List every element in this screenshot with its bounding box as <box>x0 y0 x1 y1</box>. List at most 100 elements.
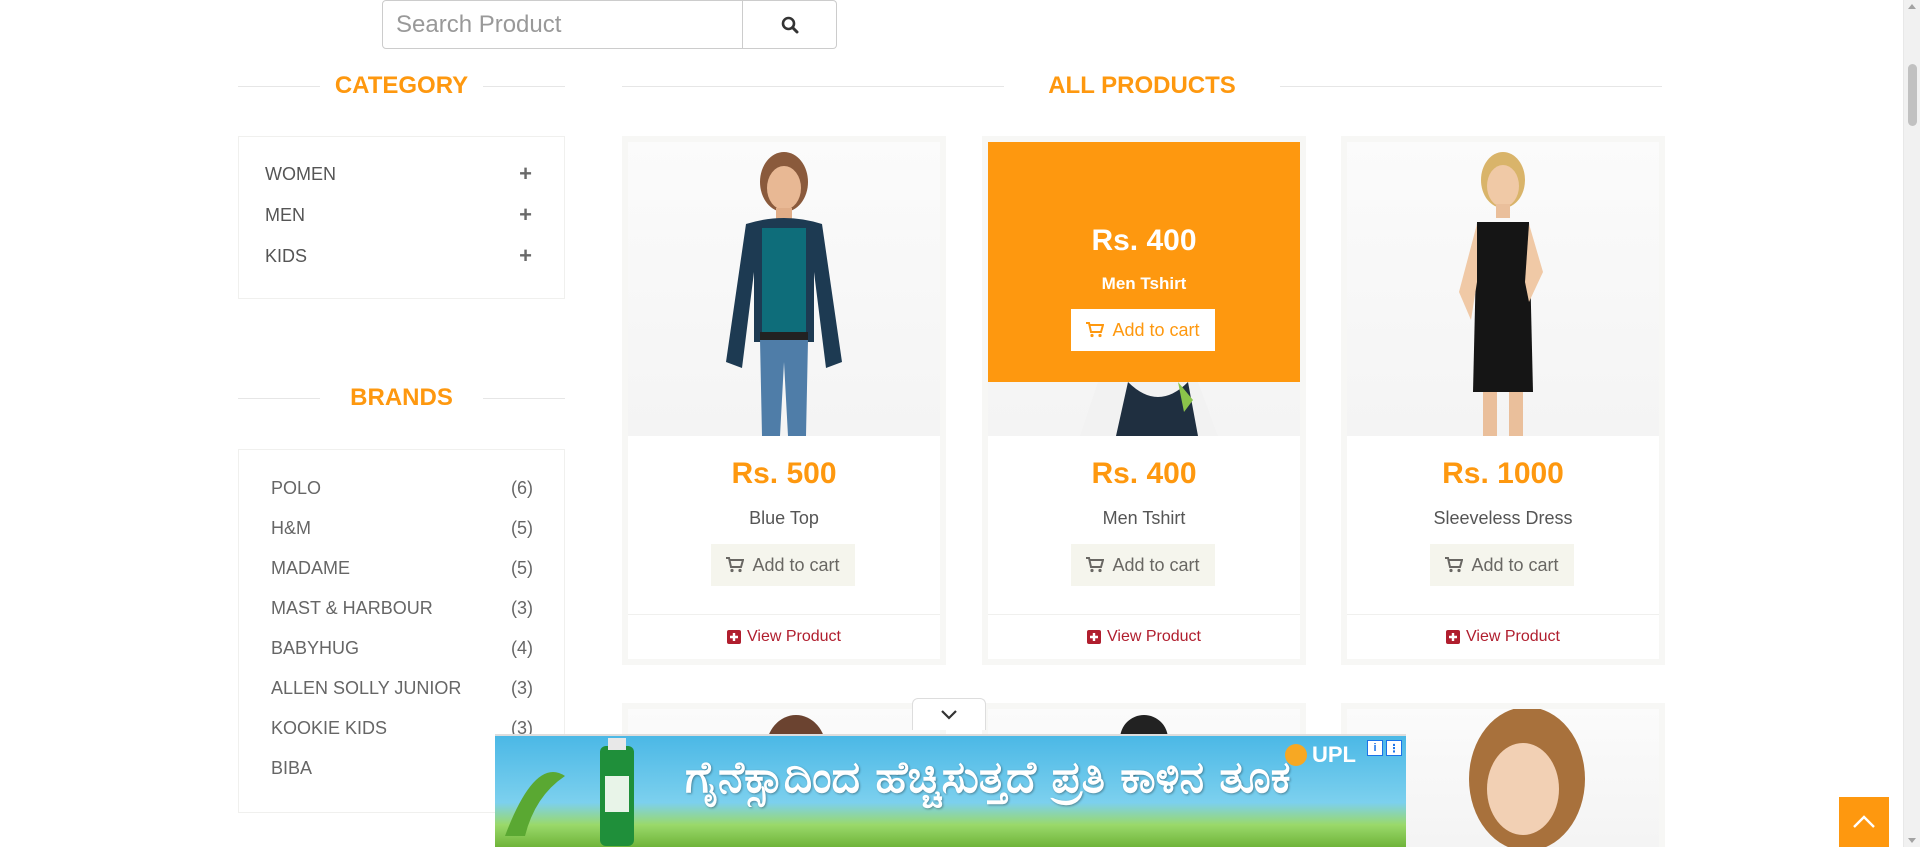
brands-heading: BRANDS <box>238 384 565 412</box>
add-to-cart-button[interactable]: Add to cart <box>711 544 855 586</box>
ad-collapse-button[interactable] <box>912 698 986 730</box>
divider-line <box>622 85 1004 87</box>
category-heading: CATEGORY <box>238 72 565 100</box>
overlay-name: Men Tshirt <box>1101 274 1187 293</box>
product-image <box>628 142 940 436</box>
woman-dress-image <box>1459 152 1543 436</box>
plus-icon[interactable]: + <box>519 163 532 185</box>
search-bar <box>382 0 837 49</box>
brand-count: (3) <box>511 677 533 698</box>
brand-item[interactable]: H&M (5) <box>271 516 533 540</box>
ad-controls: i ⋮ <box>1367 740 1402 756</box>
add-to-cart-label: Add to cart <box>752 554 840 575</box>
category-title: CATEGORY <box>334 72 469 99</box>
chevron-up-icon <box>1853 815 1875 828</box>
brand-name: POLO <box>271 477 322 498</box>
category-item-men[interactable]: MEN + <box>265 203 532 227</box>
overlay-price: Rs. 400 <box>1091 224 1197 257</box>
ad-product-image <box>505 738 634 846</box>
card-footer: View Product <box>1347 614 1659 659</box>
brand-count: (3) <box>511 597 533 618</box>
ad-menu-icon[interactable]: ⋮ <box>1386 740 1402 756</box>
scroll-to-top-button[interactable] <box>1839 797 1889 847</box>
product-card: Rs. 500 Blue Top Add to cart View Produc… <box>622 136 946 665</box>
cart-icon <box>1086 322 1105 338</box>
view-product-link[interactable]: View Product <box>1087 628 1201 646</box>
product-name: Sleeveless Dress <box>1433 508 1573 528</box>
cart-icon <box>1086 557 1105 573</box>
category-item-kids[interactable]: KIDS + <box>265 244 532 268</box>
search-icon <box>781 16 799 33</box>
brand-item[interactable]: MAST & HARBOUR (3) <box>271 596 533 620</box>
add-to-cart-label: Add to cart <box>1112 554 1200 575</box>
view-product-label: View Product <box>1466 628 1560 645</box>
brand-name: ALLEN SOLLY JUNIOR <box>271 677 462 698</box>
add-to-cart-button[interactable]: Add to cart <box>1071 544 1215 586</box>
add-to-cart-button[interactable]: Add to cart <box>1430 544 1574 586</box>
brand-name: BABYHUG <box>271 637 360 658</box>
ad-banner[interactable]: ಗೈನೆಕ್ಸಾದಿಂದ ಹೆಚ್ಚಿಸುತ್ತದೆ ಪ್ರತಿ ಕಾಳಿನ ತ… <box>495 734 1406 847</box>
brand-item[interactable]: BIBA <box>271 756 533 780</box>
category-panel: WOMEN + MEN + KIDS + <box>238 136 565 299</box>
brand-count: (5) <box>511 557 533 578</box>
ad-brand-name: UPL <box>1312 742 1356 767</box>
brand-count: (6) <box>511 477 533 498</box>
product-image <box>1347 142 1659 436</box>
product-price: Rs. 500 <box>731 457 837 490</box>
plus-icon[interactable]: + <box>519 245 532 267</box>
chevron-down-icon <box>941 709 957 720</box>
product-card: Rs. 400 Men Tshirt Add to cart Rs. 400 M… <box>982 136 1306 665</box>
plus-square-icon <box>1087 630 1101 644</box>
product-name: Blue Top <box>749 508 819 528</box>
brand-item[interactable]: ALLEN SOLLY JUNIOR (3) <box>271 676 533 700</box>
overlay-add-to-cart-label: Add to cart <box>1112 319 1200 340</box>
cart-icon <box>1445 557 1464 573</box>
view-product-link[interactable]: View Product <box>1446 628 1560 646</box>
brand-name: H&M <box>271 517 311 538</box>
plus-icon[interactable]: + <box>519 204 532 226</box>
page-scrollbar[interactable] <box>1903 0 1920 847</box>
scroll-down-arrow-icon[interactable] <box>1908 838 1916 843</box>
product-card: Rs. 1000 Sleeveless Dress Add to cart Vi… <box>1341 136 1665 665</box>
product-price: Rs. 400 <box>1091 457 1197 490</box>
search-input[interactable] <box>382 0 744 49</box>
scroll-up-arrow-icon[interactable] <box>1908 4 1916 9</box>
card-footer: View Product <box>628 614 940 659</box>
brand-name: KOOKIE KIDS <box>271 717 388 738</box>
category-label: WOMEN <box>265 163 336 184</box>
plus-square-icon <box>1446 630 1460 644</box>
category-label: MEN <box>265 204 305 225</box>
brand-item[interactable]: KOOKIE KIDS (3) <box>271 716 533 740</box>
divider-line <box>238 85 320 87</box>
category-item-women[interactable]: WOMEN + <box>265 162 532 186</box>
ad-headline: ಗೈನೆಕ್ಸಾದಿಂದ ಹೆಚ್ಚಿಸುತ್ತದೆ ಪ್ರತಿ ಕಾಳಿನ ತ… <box>685 752 1291 803</box>
view-product-label: View Product <box>1107 628 1201 645</box>
brand-name: MADAME <box>271 557 351 578</box>
divider-line <box>483 85 565 87</box>
scrollbar-thumb[interactable] <box>1908 64 1917 126</box>
search-button[interactable] <box>743 0 837 49</box>
view-product-label: View Product <box>747 628 841 645</box>
divider-line <box>483 397 565 399</box>
brand-name: BIBA <box>271 757 313 778</box>
brand-count: (5) <box>511 517 533 538</box>
brands-title: BRANDS <box>350 384 453 411</box>
category-label: KIDS <box>265 245 308 266</box>
upl-logo-icon <box>1285 744 1307 766</box>
brand-count: (4) <box>511 637 533 658</box>
add-to-cart-label: Add to cart <box>1471 554 1559 575</box>
card-footer: View Product <box>988 614 1300 659</box>
brand-item[interactable]: POLO (6) <box>271 476 533 500</box>
overlay-add-to-cart-button[interactable]: Add to cart <box>1071 309 1215 351</box>
products-title: ALL PRODUCTS <box>1048 72 1236 99</box>
divider-line <box>238 397 320 399</box>
brand-item[interactable]: MADAME (5) <box>271 556 533 580</box>
product-price: Rs. 1000 <box>1442 457 1564 490</box>
ad-info-icon[interactable]: i <box>1367 740 1383 756</box>
ad-brand-logo: UPL <box>1284 742 1356 768</box>
product-name: Men Tshirt <box>1102 508 1186 528</box>
divider-line <box>1280 85 1662 87</box>
view-product-link[interactable]: View Product <box>727 628 841 646</box>
brand-item[interactable]: BABYHUG (4) <box>271 636 533 660</box>
product-overlay: Rs. 400 Men Tshirt Add to cart <box>988 142 1300 382</box>
